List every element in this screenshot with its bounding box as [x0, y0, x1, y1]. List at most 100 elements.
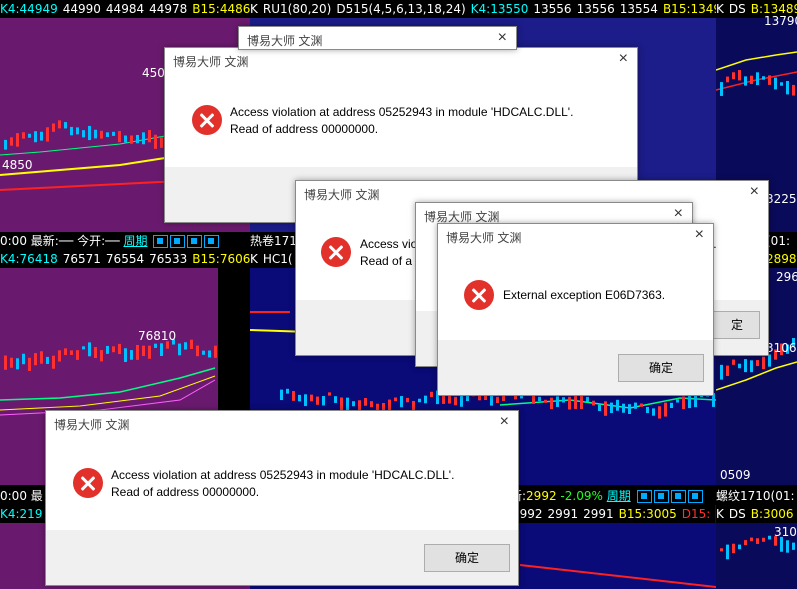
chart-header: K RU1(80,20) D515(4,5,6,13,18,24) K4:13550 1…: [250, 0, 716, 18]
candle: [406, 397, 409, 403]
price-label: 296: [776, 270, 797, 284]
candle: [744, 540, 747, 546]
quote-bar: 0:00 最新:── 今开:── 周期: [0, 232, 250, 250]
close-icon[interactable]: ×: [695, 226, 704, 244]
candle: [316, 396, 319, 405]
candle: [136, 345, 139, 360]
candle: [88, 125, 91, 141]
candle: [106, 132, 109, 137]
candle: [762, 76, 765, 80]
nav-left-icon[interactable]: [153, 235, 169, 248]
error-icon: [321, 237, 351, 267]
candle: [178, 343, 181, 356]
nav-right-icon[interactable]: [653, 490, 669, 503]
candle: [738, 363, 741, 369]
nav-right-icon[interactable]: [170, 235, 186, 248]
candle: [130, 350, 133, 360]
candle: [298, 394, 301, 402]
error-dialog[interactable]: 博易大师 文渊 × External exception E06D7363. 确…: [437, 223, 714, 396]
candle: [750, 75, 753, 85]
ok-button[interactable]: 确定: [424, 544, 510, 572]
candle: [16, 133, 19, 147]
nav-end-icon[interactable]: [670, 490, 686, 503]
chart-pane-bottom-right[interactable]: K DS B:3006 310: [716, 505, 797, 589]
candle: [46, 127, 49, 142]
candle: [106, 345, 109, 354]
candle: [130, 135, 133, 144]
candle: [148, 130, 151, 143]
candle: [744, 359, 747, 373]
price-label: 450: [142, 66, 165, 80]
date-label: 0509: [720, 468, 751, 482]
candle: [76, 127, 79, 135]
candle: [94, 129, 97, 139]
candle: [646, 407, 649, 414]
window-icon[interactable]: [204, 235, 220, 248]
candle: [574, 395, 577, 409]
candle: [738, 544, 741, 550]
candle: [28, 357, 31, 371]
candle: [160, 137, 163, 148]
candle: [756, 360, 759, 367]
close-icon[interactable]: ×: [674, 205, 683, 223]
dialog-title: 博易大师 文渊: [304, 188, 380, 202]
candle: [652, 408, 655, 416]
candle: [628, 404, 631, 414]
candle: [756, 538, 759, 544]
candle: [112, 346, 115, 353]
candle: [310, 394, 313, 402]
candle: [732, 543, 735, 554]
dialog-message: Access violation at address 05252943 in …: [230, 105, 574, 136]
period-button[interactable]: 周期: [123, 234, 147, 248]
candle: [502, 395, 505, 401]
candle: [670, 402, 673, 408]
candle: [682, 396, 685, 410]
candle: [780, 82, 783, 86]
nav-left-icon[interactable]: [636, 490, 652, 503]
candle: [756, 72, 759, 86]
candle: [10, 357, 13, 368]
error-icon: [464, 280, 494, 310]
candle: [750, 537, 753, 542]
candle: [52, 355, 55, 369]
candle: [598, 404, 601, 411]
close-icon[interactable]: ×: [498, 29, 507, 47]
candle: [70, 350, 73, 355]
candle: [82, 346, 85, 350]
chart-header: K HC1(: [250, 250, 298, 268]
price-label: 310: [774, 525, 797, 539]
close-icon[interactable]: ×: [500, 413, 509, 431]
dialog-title: 博易大师 文渊: [54, 418, 130, 432]
period-button[interactable]: 周期: [607, 489, 631, 503]
window-icon[interactable]: [687, 490, 703, 503]
candle: [34, 353, 37, 366]
candle: [52, 123, 55, 132]
candle: [142, 345, 145, 356]
candle: [616, 399, 619, 411]
candle: [720, 82, 723, 96]
candle: [768, 354, 771, 367]
candle: [136, 134, 139, 144]
error-dialog[interactable]: 博易大师 文渊 × Access violation at address 05…: [45, 410, 519, 586]
candle: [202, 350, 205, 355]
close-icon[interactable]: ×: [750, 183, 759, 201]
candle: [676, 399, 679, 403]
chart-header: 2992 2991 2991 B15:3005 D15:: [512, 505, 716, 523]
candle: [792, 84, 795, 96]
candle: [786, 540, 789, 553]
nav-end-icon[interactable]: [187, 235, 203, 248]
candle: [792, 542, 795, 550]
candle: [762, 537, 765, 542]
candle: [658, 406, 661, 419]
candle: [208, 350, 211, 358]
candle: [544, 399, 547, 403]
close-icon[interactable]: ×: [619, 50, 628, 68]
ok-button[interactable]: 确定: [618, 354, 704, 382]
candle: [634, 402, 637, 409]
candle: [142, 132, 145, 145]
error-dialog[interactable]: 博易大师 文渊 ×: [238, 26, 517, 50]
candle: [762, 356, 765, 370]
dialog-title: 博易大师 文渊: [173, 55, 249, 69]
candle: [732, 359, 735, 365]
candle: [780, 536, 783, 552]
